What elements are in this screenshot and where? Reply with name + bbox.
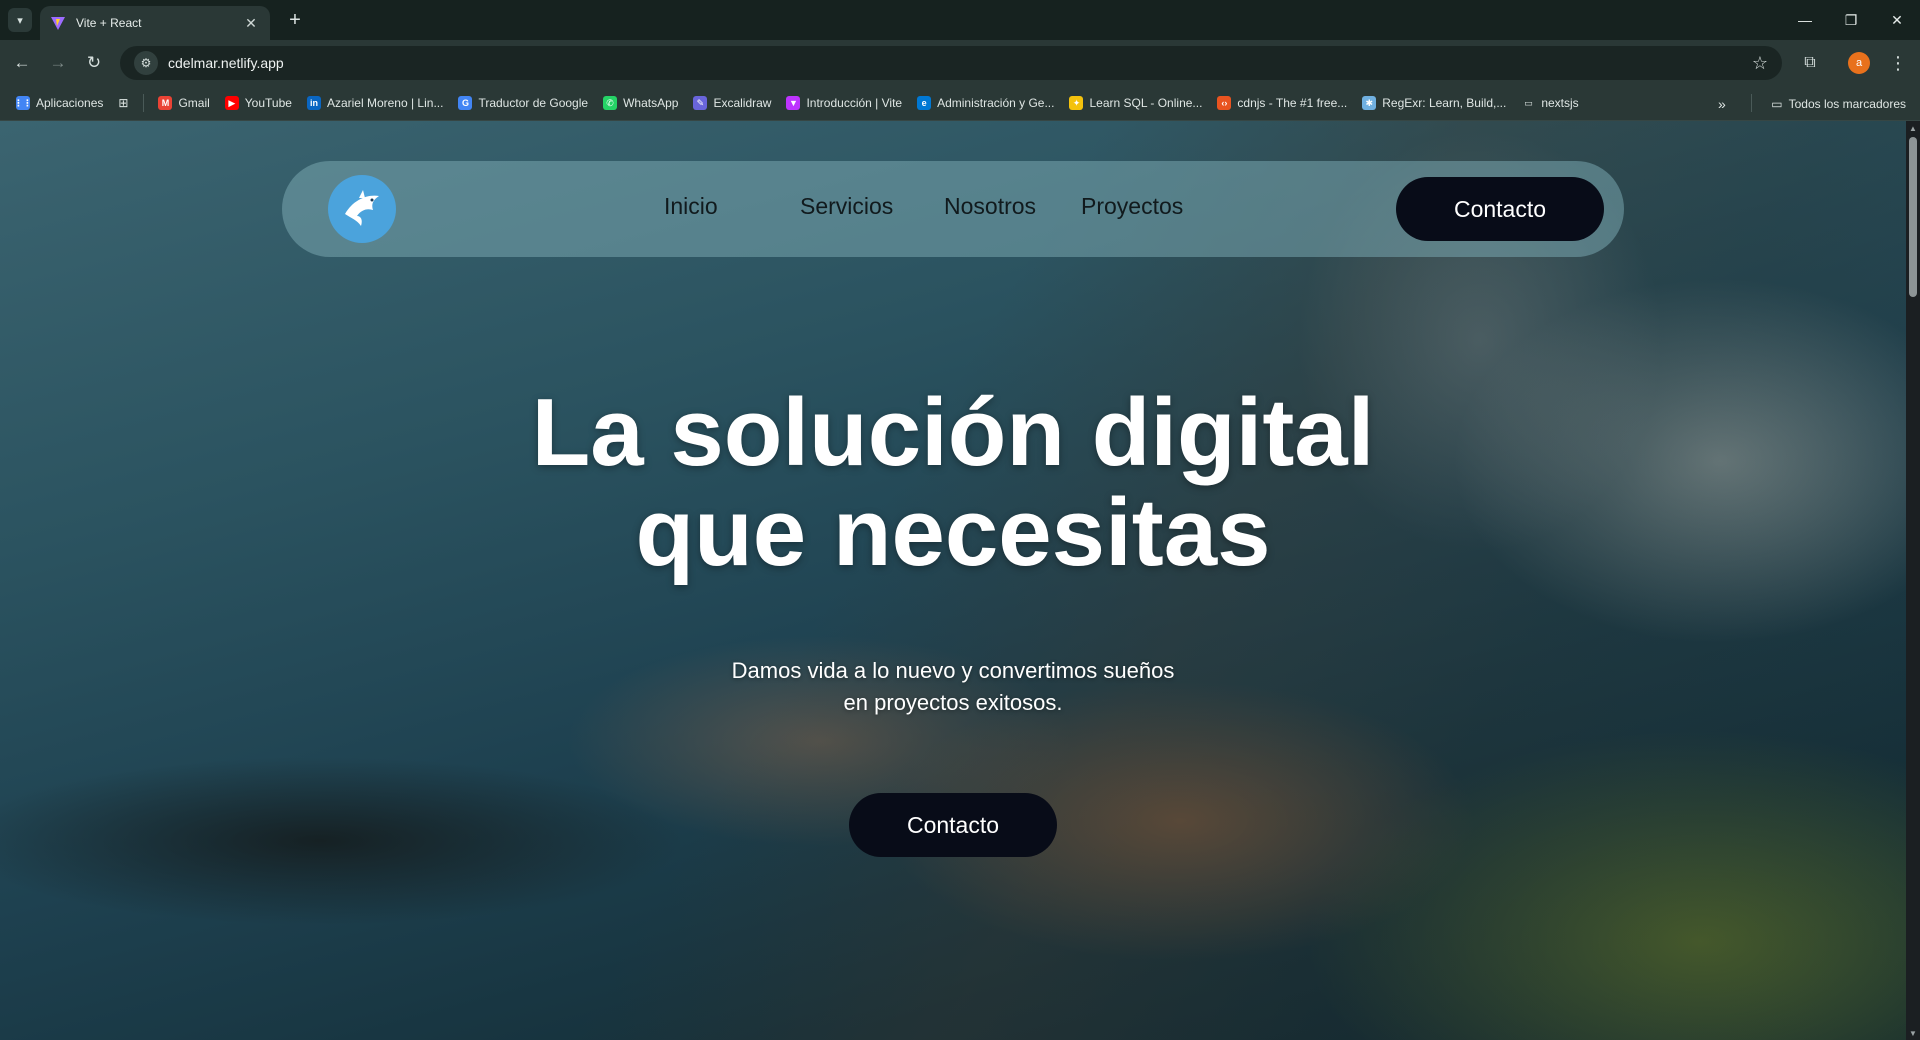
gmail-icon: M [158,96,173,110]
bookmarks-bar: ⋮⋮ Aplicaciones ⊞ M Gmail ▶ YouTube in Azariel M… [0,86,1920,121]
bookmark-divider [1751,94,1752,112]
nav-contact-button[interactable]: Contacto [1396,177,1604,241]
new-tab-button[interactable]: + [282,8,308,34]
hero-section: Inicio Servicios Nosotros Proyectos Cont… [0,121,1920,1040]
bookmark-label: RegExr: Learn, Build,... [1382,96,1507,110]
tab-search-icon[interactable]: ▾ [8,8,32,32]
bookmark-item[interactable]: ▼ Introducción | Vite [786,96,902,110]
regexr-icon: ✱ [1362,96,1377,110]
extensions-icon[interactable]: ⧉ [1796,49,1824,77]
bookmark-item[interactable]: ‹› cdnjs - The #1 free... [1217,96,1347,110]
bookmark-item[interactable]: in Azariel Moreno | Lin... [306,96,444,110]
scroll-up-icon[interactable]: ▲ [1906,121,1920,135]
bookmark-label: nextsjs [1541,96,1579,110]
bookmark-item[interactable]: e Administración y Ge... [917,96,1054,110]
tab-active[interactable]: Vite + React ✕ [40,6,270,40]
url-text[interactable]: cdelmar.netlify.app [168,55,1752,71]
bookmark-label: YouTube [244,96,292,110]
browser-chrome: ▾ Vite + React ✕ + — ❐ ✕ ← → ↻ ⚙ cdelmar… [0,0,1920,121]
hero-contact-button[interactable]: Contacto [849,793,1057,857]
bookmark-item[interactable]: ▭ nextsjs [1521,96,1579,110]
folder-icon: ▭ [1524,97,1533,108]
bookmark-item[interactable]: ✎ Excalidraw [693,96,771,110]
hero-subtitle-line2: en proyectos exitosos. [843,690,1063,715]
reload-icon[interactable]: ↻ [80,49,108,77]
forward-icon[interactable]: → [44,49,72,77]
hero-title-line2: que necesitas [635,479,1271,586]
tab-strip: ▾ Vite + React ✕ + — ❐ ✕ [0,0,1920,40]
bookmark-label: Excalidraw [713,96,772,110]
bookmark-item[interactable]: ✆ WhatsApp [603,96,678,110]
code-icon: ‹› [1217,96,1232,110]
bulb-icon: ✦ [1069,96,1084,110]
site-navbar: Inicio Servicios Nosotros Proyectos Cont… [282,161,1624,257]
bookmark-label: Traductor de Google [478,96,589,110]
vite-icon [51,17,65,30]
hero-title: La solución digital que necesitas [0,383,1906,583]
google-translate-icon: G [458,96,473,110]
nav-link-nosotros[interactable]: Nosotros [944,193,1036,220]
bookmark-star-icon[interactable]: ☆ [1752,53,1768,74]
youtube-icon: ▶ [224,96,239,110]
bookmark-label: Azariel Moreno | Lin... [326,96,444,110]
all-bookmarks-button[interactable]: ▭ Todos los marcadores [1771,86,1906,121]
hero-subtitle-line1: Damos vida a lo nuevo y convertimos sueñ… [731,658,1175,683]
back-icon[interactable]: ← [8,49,36,77]
menu-kebab-icon[interactable]: ⋮ [1884,49,1912,77]
bookmark-label: cdnjs - The #1 free... [1237,96,1348,110]
more-bookmarks-icon[interactable]: » [1718,86,1726,121]
browser-toolbar: ← → ↻ ⚙ cdelmar.netlify.app ☆ ⧉ a ⋮ [0,40,1920,86]
apps-grid-icon: ⋮⋮ [14,96,32,110]
linkedin-icon: in [306,96,321,110]
bookmark-separator [143,94,145,112]
nav-link-servicios[interactable]: Servicios [800,193,893,220]
folder-icon: ▭ [1771,96,1783,111]
bookmark-label: Introducción | Vite [806,96,903,110]
nav-link-inicio[interactable]: Inicio [664,193,718,220]
edge-icon: e [917,96,932,110]
bookmark-label: Aplicaciones [36,96,104,110]
bookmark-item[interactable]: ⋮⋮ Aplicaciones [14,96,104,110]
close-tab-icon[interactable]: ✕ [242,15,260,32]
bookmark-item[interactable]: G Traductor de Google [458,96,588,110]
scroll-down-icon[interactable]: ▼ [1906,1026,1920,1040]
excalidraw-icon: ✎ [693,96,708,110]
page-scrollbar[interactable]: ▲ ▼ [1906,121,1920,1040]
whatsapp-icon: ✆ [603,96,618,110]
bookmark-label: Gmail [178,96,210,110]
address-bar[interactable]: ⚙ cdelmar.netlify.app ☆ [120,46,1782,80]
bookmark-label: WhatsApp [623,96,679,110]
bookmark-item[interactable]: ✱ RegExr: Learn, Build,... [1362,96,1506,110]
scroll-thumb[interactable] [1909,137,1917,297]
close-window-icon[interactable]: ✕ [1874,0,1920,40]
bookmark-item[interactable]: ✦ Learn SQL - Online... [1069,96,1202,110]
nav-link-proyectos[interactable]: Proyectos [1081,193,1183,220]
bookmark-item[interactable]: ▶ YouTube [224,96,292,110]
tab-title: Vite + React [76,16,142,30]
hero-subtitle: Damos vida a lo nuevo y convertimos sueñ… [0,655,1906,719]
vite-icon: ▼ [786,96,801,110]
hero-title-line1: La solución digital [531,379,1375,486]
site-info-icon[interactable]: ⚙ [134,51,158,75]
bookmark-label: Administración y Ge... [937,96,1055,110]
minimize-icon[interactable]: — [1782,0,1828,40]
bookmark-label: Learn SQL - Online... [1089,96,1203,110]
restore-icon[interactable]: ❐ [1828,0,1874,40]
tab-groups-icon[interactable]: ⊞ [118,96,128,110]
bookmark-item[interactable]: M Gmail [158,96,210,110]
profile-avatar[interactable]: a [1848,52,1870,74]
all-bookmarks-label: Todos los marcadores [1788,96,1906,111]
